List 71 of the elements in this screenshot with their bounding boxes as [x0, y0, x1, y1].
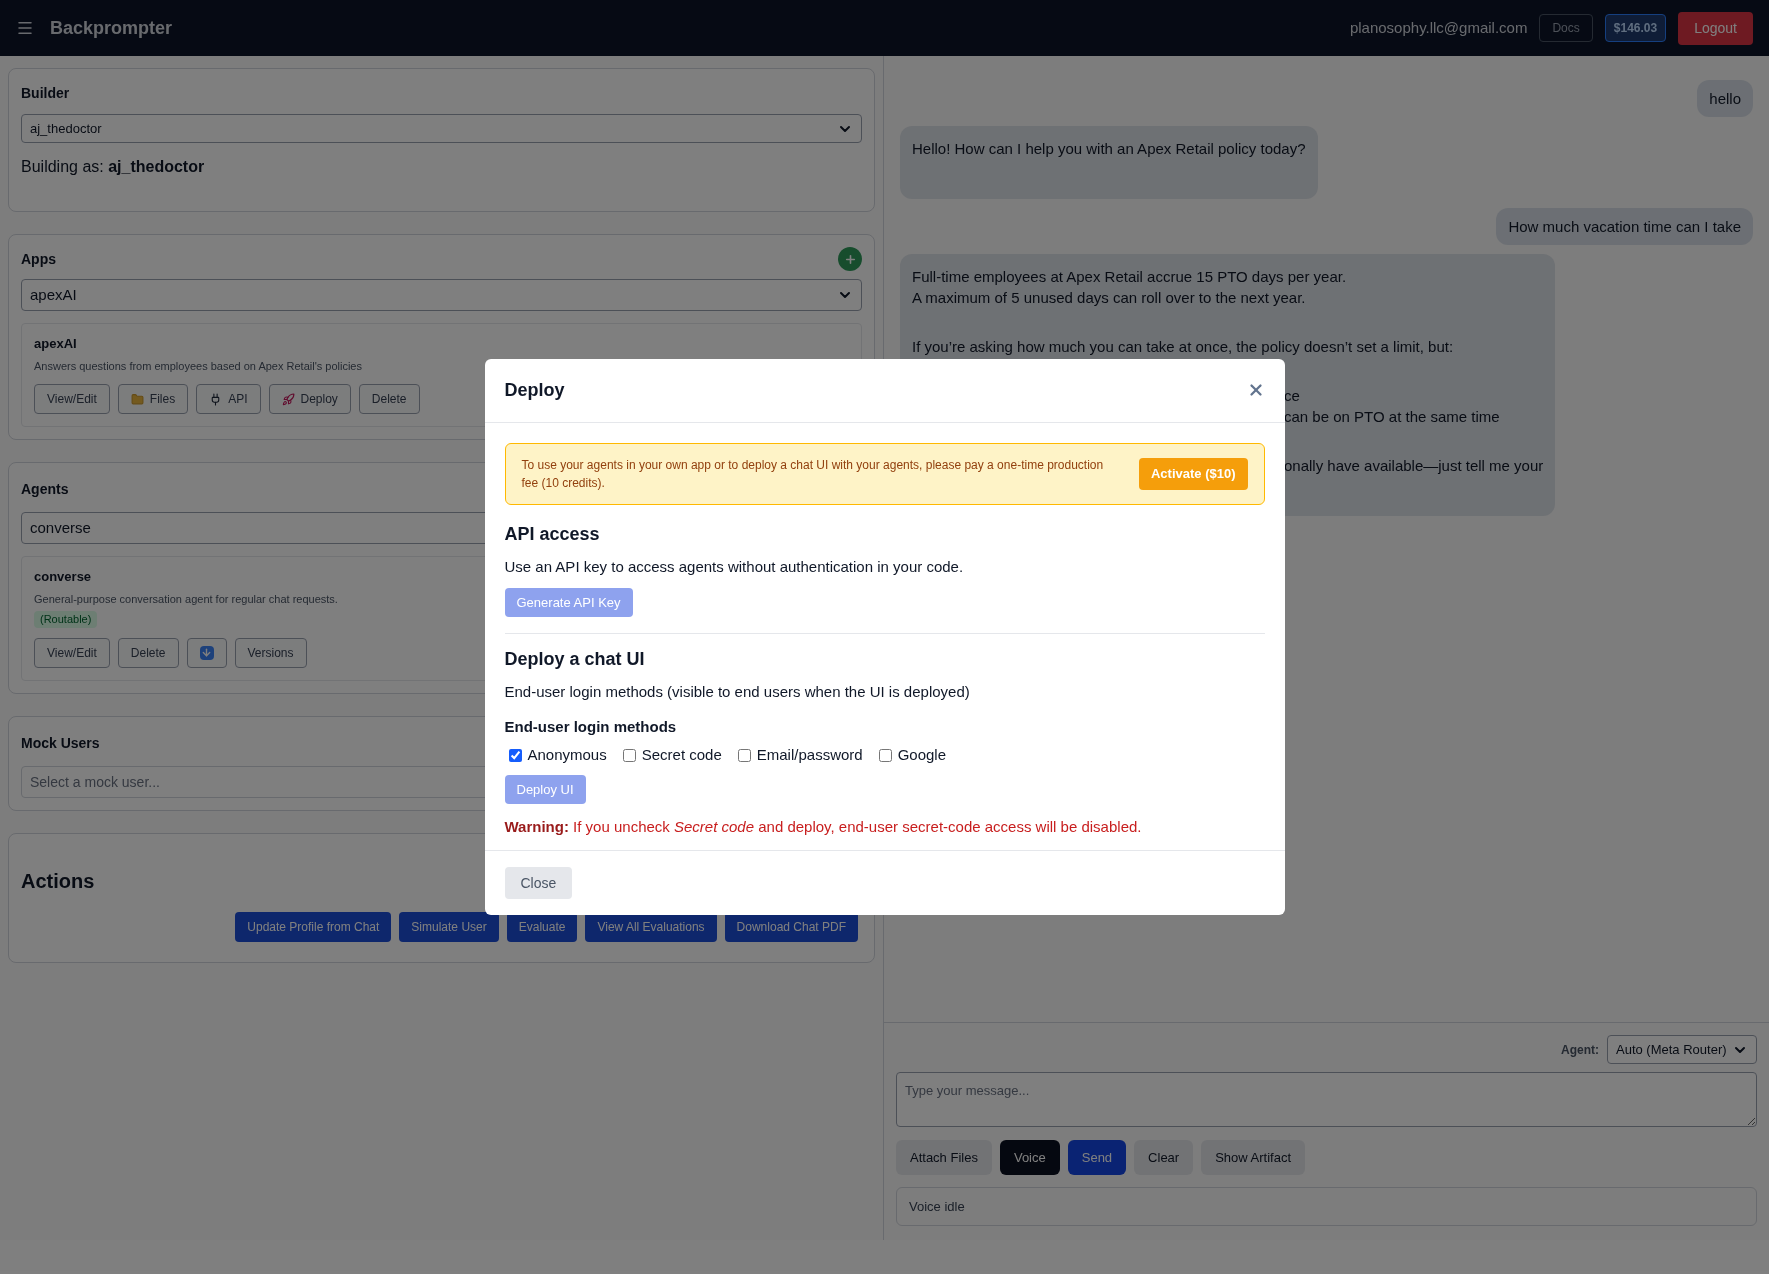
checkbox-label: Email/password [756, 745, 863, 766]
action-button[interactable]: Delete [358, 384, 420, 414]
message-text: Hello! How can I help you with an Apex Retail policy today? [912, 140, 1306, 157]
routable-tag: (Routable) [34, 611, 98, 628]
item-title: converse [34, 568, 92, 586]
message-text: How much vacation time can I take [1508, 218, 1741, 235]
composer-button[interactable]: Show Artifact [1201, 1140, 1306, 1175]
rocket-icon [281, 392, 295, 406]
close-button[interactable]: Close [504, 867, 573, 900]
section-text: Use an API key to access agents without authentication in your code. [504, 556, 965, 577]
action-button[interactable]: API [196, 384, 261, 414]
section-heading: API access [504, 522, 601, 546]
message-text: hello [1709, 90, 1741, 107]
checkbox-label: Secret code [641, 745, 722, 766]
message-text: If you’re asking how much you can take at once, the policy doesn’t set a limit, but: [912, 338, 1454, 355]
composer-button[interactable]: Clear [1134, 1140, 1194, 1175]
section-heading: Mock Users [21, 733, 100, 753]
menu-icon[interactable] [16, 19, 34, 37]
action-button[interactable]: Versions [234, 637, 307, 668]
action-button[interactable]: Simulate User [399, 911, 499, 942]
app-title: Backprompter [50, 16, 173, 40]
user-email: planosophy.llc@gmail.com [1349, 17, 1528, 38]
balance-badge: $146.03 [1604, 14, 1667, 42]
activate-button[interactable]: Activate ($10) [1138, 458, 1248, 490]
item-description: Answers questions from employees based on Apex Retail's policies [34, 358, 362, 374]
folder-icon [130, 392, 144, 406]
app-select[interactable]: apexAI [21, 279, 862, 311]
login-checkbox[interactable] [622, 749, 636, 762]
section-heading: Deploy a chat UI [504, 648, 646, 672]
action-button[interactable]: Deploy [268, 384, 351, 414]
message-text: can be on PTO at the same time [1284, 408, 1500, 425]
composer-button[interactable]: Send [1067, 1140, 1127, 1175]
action-button[interactable]: Delete [117, 637, 179, 668]
composer-button[interactable]: Attach Files [896, 1140, 992, 1175]
action-button[interactable]: Files [117, 384, 189, 414]
agent-select[interactable]: Auto (Meta Router) [1607, 1035, 1757, 1064]
download-icon [199, 645, 214, 660]
section-heading: Builder [21, 84, 70, 103]
login-checkbox[interactable] [878, 749, 892, 762]
checkbox-label: Google [897, 745, 946, 766]
login-checkbox[interactable] [737, 749, 751, 762]
action-button[interactable]: Update Profile from Chat [235, 911, 392, 942]
agent-label: Agent: [1561, 1041, 1599, 1059]
checkbox-label: Anonymous [527, 745, 607, 766]
notice-text: To use your agents in your own app or to deploy a chat UI with your agents, please pay a one-time production fee (10 credits). [521, 456, 1105, 492]
download-button[interactable] [186, 637, 227, 668]
subsection-heading: End-user login methods [504, 716, 678, 737]
section-heading: Apps [21, 249, 56, 269]
item-title: apexAI [34, 335, 77, 353]
building-as-text: Building as: aj_thedoctor [21, 157, 205, 177]
docs-button[interactable]: Docs [1539, 14, 1593, 42]
dialog-title: Deploy [504, 378, 565, 402]
builder-select[interactable]: aj_thedoctor [21, 114, 862, 143]
message-text: onally have available—just tell me your [1284, 457, 1544, 474]
message-text: ce [1284, 387, 1300, 404]
message-text: A maximum of 5 unused days can roll over to the next year. [912, 289, 1306, 306]
login-checkbox[interactable] [508, 749, 522, 762]
composer-button[interactable]: Voice [999, 1140, 1060, 1175]
section-text: End-user login methods (visible to end users when the UI is deployed) [504, 682, 971, 703]
voice-status: Voice idle [896, 1187, 1757, 1226]
action-button[interactable]: View/Edit [34, 384, 110, 414]
message-text: Full-time employees at Apex Retail accrue 15 PTO days per year. [912, 268, 1347, 285]
logout-button[interactable]: Logout [1678, 11, 1753, 45]
message-field[interactable]: Type your message... [896, 1072, 1757, 1127]
item-description: General-purpose conversation agent for regular chat requests. [34, 591, 338, 607]
add-button[interactable] [838, 247, 862, 271]
section-heading: Agents [21, 480, 69, 499]
action-button[interactable]: View/Edit [34, 637, 110, 668]
warning-text: Warning: If you uncheck Secret code and deploy, end-user secret-code access will be disabled. [504, 816, 1143, 837]
section-heading: Actions [21, 868, 95, 894]
plus-icon [843, 252, 857, 266]
